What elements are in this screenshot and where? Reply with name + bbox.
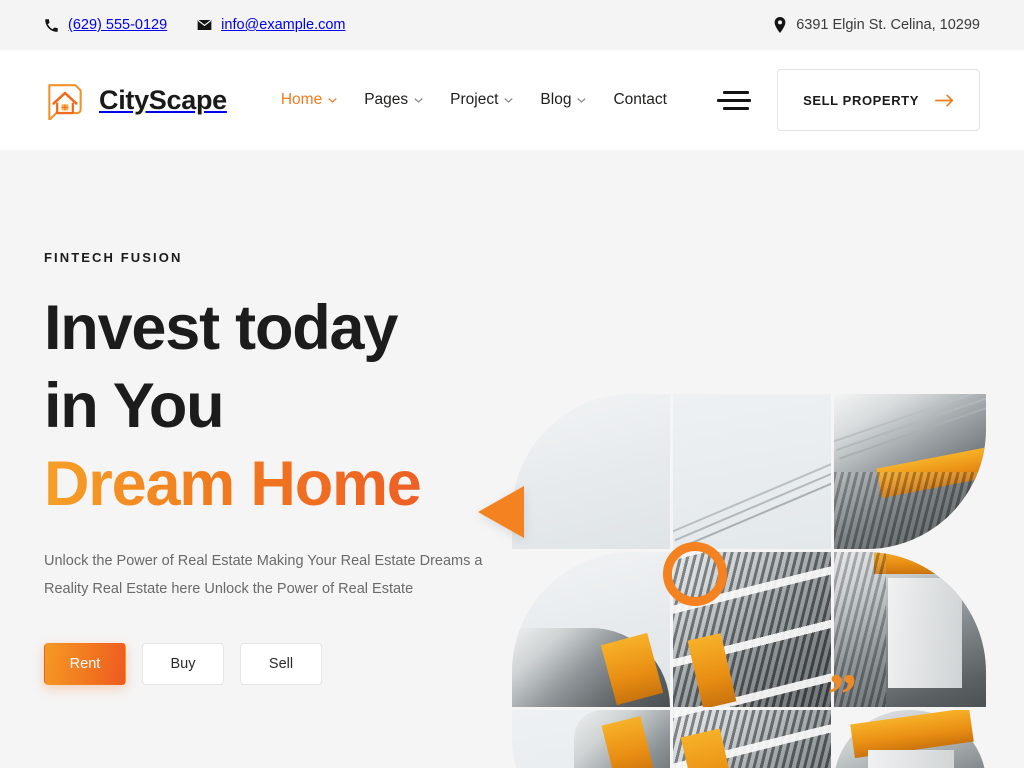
- chevron-down-icon: [577, 96, 587, 105]
- hamburger-bar: [723, 90, 750, 94]
- quote-mark-decoration: ”: [828, 662, 857, 727]
- collage-image-7: [512, 710, 670, 768]
- nav-item-home-label: Home: [280, 91, 323, 108]
- site-logo[interactable]: CityScape: [44, 80, 227, 122]
- chevron-down-icon: [328, 96, 337, 105]
- hero-title-line-3: Dream Home: [44, 449, 422, 519]
- house-logo-icon: [44, 80, 86, 122]
- phone-icon: [44, 18, 59, 33]
- chevron-down-icon: [414, 96, 423, 105]
- collage-image-8: [673, 710, 831, 768]
- brand-name: CityScape: [99, 84, 227, 115]
- hero-content: FINTECH FUSION Invest today in You Dream…: [44, 250, 514, 685]
- hero-eyebrow: FINTECH FUSION: [44, 250, 183, 265]
- sell-property-label: SELL PROPERTY: [803, 92, 919, 108]
- nav-item-contact[interactable]: Contact: [613, 91, 666, 109]
- collage-image-3: [834, 394, 986, 549]
- orange-ring-decoration: [663, 542, 727, 606]
- nav-item-blog[interactable]: Blog: [540, 91, 587, 109]
- topbar-address: 6391 Elgin St. Celina, 10299: [772, 17, 980, 33]
- hamburger-bar: [717, 98, 752, 102]
- site-header: CityScape Home Pages Project Blog Contac…: [0, 50, 1024, 150]
- hero-section: ” FINTECH FUSION Invest today in You Dre…: [0, 150, 1024, 768]
- topbar-left-group: (629) 555-0129 info@example.com: [44, 17, 346, 33]
- nav-item-project[interactable]: Project: [450, 91, 514, 109]
- tab-buy[interactable]: Buy: [142, 643, 224, 685]
- envelope-icon: [197, 18, 212, 33]
- topbar-right-group: 6391 Elgin St. Celina, 10299: [772, 17, 980, 33]
- topbar-email-text: info@example.com: [221, 17, 346, 33]
- hero-image-collage: [512, 394, 986, 768]
- sell-property-button[interactable]: SELL PROPERTY: [777, 69, 980, 131]
- collage-image-1: [512, 394, 670, 549]
- nav-item-project-label: Project: [450, 91, 499, 108]
- topbar-address-text: 6391 Elgin St. Celina, 10299: [796, 17, 980, 33]
- collage-image-4: [512, 552, 670, 707]
- hamburger-bar: [723, 106, 750, 110]
- nav-item-blog-label: Blog: [540, 91, 572, 108]
- nav-item-home[interactable]: Home: [281, 91, 337, 109]
- topbar-phone-text: (629) 555-0129: [68, 17, 168, 33]
- hamburger-menu-icon[interactable]: [717, 87, 752, 113]
- hero-title: Invest today in You Dream Home: [44, 289, 514, 523]
- top-contact-bar: (629) 555-0129 info@example.com 6391 Elg…: [0, 0, 1024, 50]
- nav-item-pages-label: Pages: [364, 91, 409, 108]
- nav-item-pages[interactable]: Pages: [364, 91, 423, 109]
- main-navigation: Home Pages Project Blog Contact: [281, 91, 667, 109]
- collage-image-2: [673, 394, 831, 549]
- hero-paragraph: Unlock the Power of Real Estate Making Y…: [44, 553, 483, 597]
- orange-triangle-decoration: [478, 486, 524, 538]
- header-actions: SELL PROPERTY: [717, 69, 980, 131]
- topbar-email[interactable]: info@example.com: [197, 17, 346, 33]
- hero-title-line-1: Invest today: [44, 293, 398, 363]
- nav-item-contact-label: Contact: [613, 91, 667, 108]
- hero-tab-group: Rent Buy Sell: [44, 643, 514, 685]
- tab-rent[interactable]: Rent: [44, 643, 126, 685]
- arrow-right-icon: [935, 93, 954, 107]
- hero-title-line-2: in You: [44, 371, 225, 441]
- chevron-down-icon: [504, 96, 514, 105]
- tab-sell[interactable]: Sell: [240, 643, 322, 685]
- topbar-phone[interactable]: (629) 555-0129: [44, 17, 167, 33]
- location-pin-icon: [772, 17, 787, 33]
